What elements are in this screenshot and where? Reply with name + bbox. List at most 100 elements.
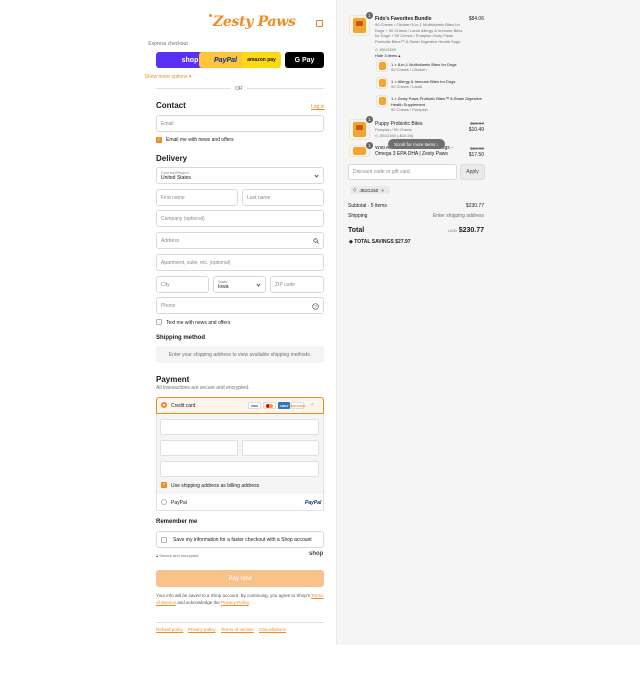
scroll-more-tooltip: Scroll for more items ↓: [388, 139, 445, 149]
quantity-badge: 1: [366, 142, 373, 149]
save-info-option[interactable]: Save my information for a faster checkou…: [156, 531, 324, 548]
google-pay-button[interactable]: G Pay: [285, 52, 324, 68]
sub-item-variant: 90 Chews / Chicken: [391, 67, 427, 72]
search-icon: [313, 238, 319, 244]
express-checkout-title: Express checkout: [148, 41, 188, 47]
cancellations-link[interactable]: Cancellations: [259, 627, 286, 632]
quantity-badge: 1: [366, 116, 373, 123]
shipping-row: Shipping Enter shipping address: [348, 213, 484, 219]
refund-policy-link[interactable]: Refund policy: [156, 627, 183, 632]
discover-icon: DISCOVER: [289, 402, 306, 409]
phone-placeholder: Phone: [161, 302, 176, 309]
item-description: Pumpkin / 90 Chews: [375, 127, 412, 132]
shipping-method-heading: Shipping method: [156, 335, 205, 341]
last-name-field[interactable]: Last name: [242, 189, 324, 206]
tag-icon: ◇: [353, 187, 357, 192]
payment-heading: Payment: [156, 375, 190, 384]
sub-item-variant: 90 Chews / Pumpkin: [391, 107, 428, 112]
item-original-price: $20.97: [470, 121, 484, 126]
phone-field[interactable]: Phone ?: [156, 297, 324, 314]
paw-icon: [209, 14, 212, 17]
total-savings: ◈ TOTAL SAVINGS $27.97: [349, 239, 411, 245]
terms-of-service-link[interactable]: Terms of service: [221, 627, 254, 632]
sub-item-thumbnail: [376, 95, 388, 107]
total-row: Total USD $230.77: [348, 227, 484, 234]
address-placeholder: Address: [161, 237, 180, 244]
card-name-field[interactable]: [160, 461, 319, 477]
brand-logo[interactable]: Zesty Paws: [209, 14, 296, 30]
pay-now-button[interactable]: Pay now: [156, 570, 324, 587]
item-price: $10.49: [468, 127, 484, 133]
company-field[interactable]: Company (optional): [156, 210, 324, 227]
chevron-down-icon: [256, 281, 261, 287]
card-number-field[interactable]: [160, 419, 319, 435]
credit-card-radio[interactable]: [161, 402, 167, 408]
country-value: United States: [161, 175, 192, 181]
chevron-down-icon: [314, 172, 319, 178]
apartment-field[interactable]: Apartment, suite, etc. (optional): [156, 254, 324, 271]
sub-item-name: 1 × Zesty Paws Probiotic Bites™ 8-Strain…: [391, 96, 482, 107]
privacy-policy-link[interactable]: Privacy policy: [188, 627, 216, 632]
checkout-main: Zesty Paws Express checkout shop PayPal …: [0, 0, 336, 645]
discount-tag: ◇ JB1G150 (-$10.49): [375, 133, 414, 138]
email-news-label: Email me with news and offers: [166, 137, 234, 143]
state-value: Iowa: [218, 284, 229, 290]
billing-label: Use shipping address as billing address: [171, 483, 260, 489]
item-description: 90 Chews / Chicken 6-in-1 Multivitamin B…: [375, 22, 463, 44]
hide-items-toggle[interactable]: Hide 3 items ▴: [375, 53, 400, 58]
text-news-label: Text me with news and offers: [166, 320, 231, 326]
or-divider-label: OR: [231, 86, 247, 92]
secure-encrypted-label: 🔒︎ Secure and encrypted: [156, 553, 199, 558]
sub-item-thumbnail: [376, 77, 388, 89]
save-info-checkbox[interactable]: [161, 536, 167, 543]
discount-code-field[interactable]: Discount code or gift card: [348, 164, 457, 180]
billing-checkbox[interactable]: ✓: [161, 482, 167, 488]
subtotal-row: Subtotal · 5 items $230.77: [348, 203, 484, 209]
footer-divider: [156, 622, 324, 623]
item-price: $17.50: [468, 152, 484, 158]
contact-heading: Contact: [156, 101, 186, 110]
first-name-field[interactable]: First name: [156, 189, 238, 206]
quantity-badge: 1: [366, 12, 373, 19]
payment-secure-note: All transactions are secure and encrypte…: [156, 385, 250, 391]
remove-code-icon[interactable]: ×: [381, 188, 384, 193]
save-info-label: Save my information for a faster checkou…: [173, 536, 312, 543]
privacy-link[interactable]: Privacy Policy: [221, 600, 249, 605]
city-field[interactable]: City: [156, 276, 209, 293]
paypal-label: PayPal: [171, 500, 187, 506]
card-expiry-field[interactable]: [160, 440, 238, 456]
text-news-checkbox[interactable]: [156, 319, 162, 325]
brand-name: Zesty Paws: [213, 14, 296, 30]
delivery-heading: Delivery: [156, 154, 188, 163]
state-select[interactable]: State Iowa: [213, 276, 266, 293]
svg-text:?: ?: [314, 304, 317, 309]
paypal-radio[interactable]: [161, 499, 167, 505]
amazon-pay-button[interactable]: amazon pay: [242, 52, 281, 68]
shipping-method-note: Enter your shipping address to view avai…: [156, 346, 324, 363]
visa-icon: VISA: [248, 402, 261, 409]
apply-button[interactable]: Apply: [460, 164, 485, 180]
country-select[interactable]: Country/Region United States: [156, 167, 324, 184]
applied-code-chip: ◇ JB1G150 ×: [350, 186, 390, 194]
discount-tag: ◇ JB1G150: [375, 47, 396, 52]
email-field[interactable]: Email: [156, 115, 324, 132]
arrow-down-icon: ↓: [435, 141, 439, 147]
address-field[interactable]: Address: [156, 232, 324, 249]
sub-item-variant: 90 Chews / Lamb: [391, 84, 423, 89]
email-news-checkbox[interactable]: ✓: [156, 137, 162, 143]
cart-icon[interactable]: [316, 20, 323, 27]
legal-text: Your info will be saved to a Shop accoun…: [156, 593, 324, 605]
sub-item-thumbnail: [376, 60, 388, 72]
zip-field[interactable]: ZIP code: [270, 276, 324, 293]
remember-me-heading: Remember me: [156, 519, 198, 525]
show-more-options-link[interactable]: Show more options ▾: [0, 74, 336, 80]
help-icon[interactable]: ?: [312, 303, 319, 310]
mastercard-icon: [263, 402, 276, 409]
item-original-price: $34.99: [470, 146, 484, 151]
paypal-logo-icon: PayPal: [305, 500, 322, 506]
more-cards-icon: →: [309, 401, 315, 407]
login-link[interactable]: Log in: [311, 104, 325, 110]
shop-logo: shop: [309, 551, 324, 557]
credit-card-label: Credit card: [171, 403, 196, 409]
card-cvv-field[interactable]: [242, 440, 319, 456]
